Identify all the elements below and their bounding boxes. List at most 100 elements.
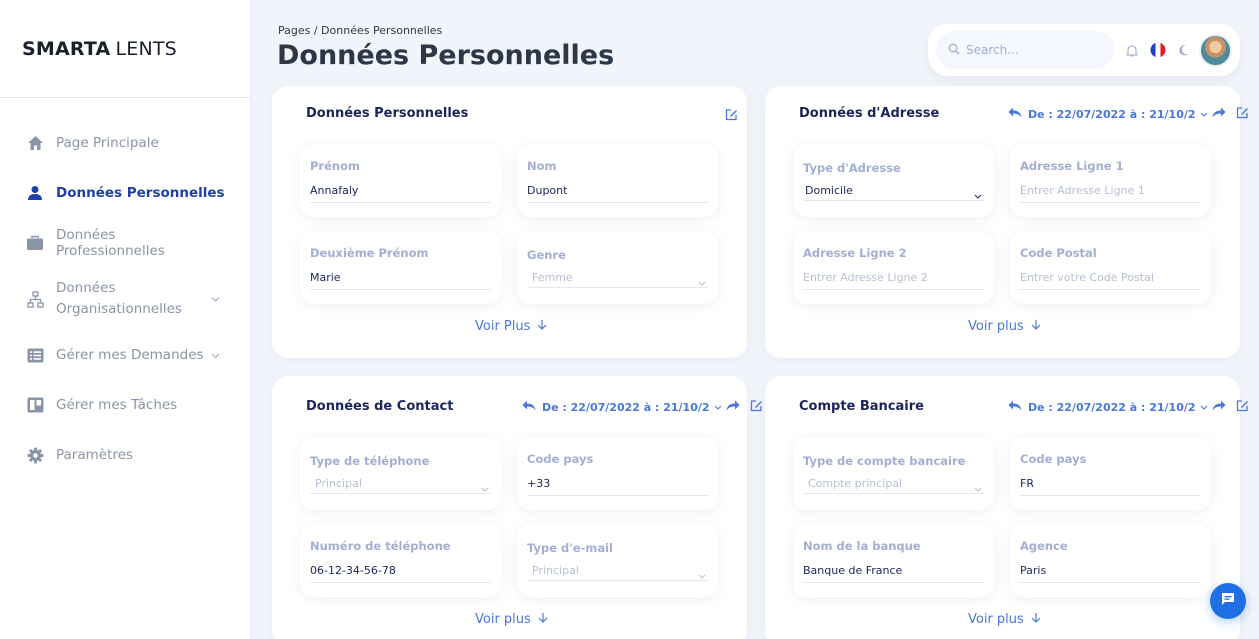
date-range-selector[interactable]: De : 22/07/2022 à : 21/10/2 xyxy=(1008,106,1249,122)
moon-icon[interactable] xyxy=(1178,44,1190,56)
search-placeholder: Search... xyxy=(966,43,1019,57)
card-title: Compte Bancaire xyxy=(799,399,924,414)
arrow-down-icon xyxy=(538,612,548,627)
field-value: Entrer Adresse Ligne 1 xyxy=(1020,184,1145,197)
board-icon xyxy=(26,396,44,414)
field-value: Entrer votre Code Postal xyxy=(1020,271,1154,284)
search-icon xyxy=(948,43,960,58)
last-name-field[interactable]: Nom Dupont xyxy=(517,144,718,217)
bank-country-code-field[interactable]: Code pays FR xyxy=(1010,437,1211,510)
sidebar-item-donnees-organisationnelles[interactable]: Données Organisationnelles xyxy=(0,268,250,330)
card-title: Données Personnelles xyxy=(306,106,469,121)
contact-data-card: Données de Contact De : 22/07/2022 à : 2… xyxy=(272,376,762,639)
address-type-select[interactable]: Type d'Adresse Domicile xyxy=(793,144,994,217)
country-code-field[interactable]: Code pays +33 xyxy=(517,437,718,510)
edit-icon[interactable] xyxy=(1236,106,1249,122)
sidebar-item-page-principale[interactable]: Page Principale xyxy=(0,118,250,168)
redo-arrow-icon[interactable] xyxy=(1212,107,1226,121)
sidebar-item-donnees-professionnelles[interactable]: Données Professionnelles xyxy=(0,218,250,268)
edit-icon[interactable] xyxy=(750,399,763,415)
field-value: Femme xyxy=(532,271,573,284)
bank-name-field[interactable]: Nom de la banque Banque de France xyxy=(793,524,994,597)
address-line-1-field[interactable]: Adresse Ligne 1 Entrer Adresse Ligne 1 xyxy=(1010,144,1211,217)
field-value: Principal xyxy=(532,564,579,577)
brand-logo[interactable]: SMARTA LENTS xyxy=(0,0,250,98)
field-label: Adresse Ligne 1 xyxy=(1020,159,1124,173)
sidebar-item-gerer-mes-demandes[interactable]: Gérer mes Demandes xyxy=(0,330,250,380)
breadcrumb[interactable]: Pages / Données Personnelles xyxy=(278,24,442,37)
field-underline xyxy=(803,200,984,201)
field-label: Agence xyxy=(1020,539,1068,553)
voir-plus-link[interactable]: Voir plus xyxy=(968,612,1041,627)
field-label: Adresse Ligne 2 xyxy=(803,246,907,260)
field-underline xyxy=(527,580,708,581)
gender-select[interactable]: Genre Femme xyxy=(517,231,718,304)
field-underline xyxy=(310,202,491,203)
undo-arrow-icon[interactable] xyxy=(1008,400,1022,414)
label-line-1: Données xyxy=(56,280,116,296)
user-icon xyxy=(26,184,44,202)
sidebar-item-label: Paramètres xyxy=(56,447,133,463)
sidebar-nav: Page Principale Données Personnelles Don… xyxy=(0,98,250,480)
card-title: Données de Contact xyxy=(306,399,454,414)
first-name-field[interactable]: Prénom Annafaly xyxy=(300,144,501,217)
voir-plus-link[interactable]: Voir Plus xyxy=(475,319,547,334)
sidebar-item-donnees-personnelles[interactable]: Données Personnelles xyxy=(0,168,250,218)
bell-icon[interactable] xyxy=(1126,44,1138,57)
chat-button[interactable] xyxy=(1210,583,1246,619)
sidebar-item-gerer-mes-taches[interactable]: Gérer mes Tâches xyxy=(0,380,250,430)
briefcase-icon xyxy=(26,234,44,252)
email-type-select[interactable]: Type d'e-mail Principal xyxy=(517,524,718,597)
avatar[interactable] xyxy=(1199,33,1232,67)
voir-plus-link[interactable]: Voir plus xyxy=(968,319,1041,334)
field-value: FR xyxy=(1020,477,1034,490)
address-line-2-field[interactable]: Adresse Ligne 2 Entrer Adresse Ligne 2 xyxy=(793,231,994,304)
date-range-selector[interactable]: De : 22/07/2022 à : 21/10/2 xyxy=(1008,399,1249,415)
edit-icon[interactable] xyxy=(725,106,738,125)
redo-arrow-icon[interactable] xyxy=(1212,400,1226,414)
search-input[interactable]: Search... xyxy=(936,31,1114,69)
field-value: +33 xyxy=(527,477,551,490)
field-label: Genre xyxy=(527,248,566,262)
brand-name-bold: SMARTA xyxy=(22,37,111,60)
personal-data-card: Données Personnelles Prénom Annafaly Nom… xyxy=(272,86,747,358)
date-range-selector[interactable]: De : 22/07/2022 à : 21/10/2 xyxy=(522,399,763,415)
list-icon xyxy=(26,346,44,364)
voir-plus-label: Voir plus xyxy=(968,319,1024,334)
phone-number-field[interactable]: Numéro de téléphone 06-12-34-56-78 xyxy=(300,524,501,597)
phone-type-select[interactable]: Type de téléphone Principal xyxy=(300,437,501,510)
field-underline xyxy=(1020,495,1201,496)
field-underline xyxy=(310,289,491,290)
field-label: Code pays xyxy=(1020,452,1087,466)
field-underline xyxy=(1020,202,1201,203)
brand-name-light: LENTS xyxy=(115,37,177,60)
field-value: Annafaly xyxy=(310,184,359,197)
field-label: Type d'Adresse xyxy=(803,161,901,175)
voir-plus-label: Voir plus xyxy=(968,612,1024,627)
sidebar-item-parametres[interactable]: Paramètres xyxy=(0,430,250,480)
sidebar-item-label: Données Personnelles xyxy=(56,185,225,201)
redo-arrow-icon[interactable] xyxy=(726,400,740,414)
voir-plus-link[interactable]: Voir plus xyxy=(475,612,548,627)
undo-arrow-icon[interactable] xyxy=(522,400,536,414)
chevron-down-icon xyxy=(211,289,220,310)
postal-code-field[interactable]: Code Postal Entrer votre Code Postal xyxy=(1010,231,1211,304)
undo-arrow-icon[interactable] xyxy=(1008,107,1022,121)
bank-account-type-select[interactable]: Type de compte bancaire Compte principal xyxy=(793,437,994,510)
field-label: Prénom xyxy=(310,159,360,173)
middle-name-field[interactable]: Deuxième Prénom Marie xyxy=(300,231,501,304)
bank-branch-field[interactable]: Agence Paris xyxy=(1010,524,1211,597)
date-range-text: De : 22/07/2022 à : 21/10/2 xyxy=(542,400,710,414)
field-label: Deuxième Prénom xyxy=(310,246,429,260)
field-value: Banque de France xyxy=(803,564,903,577)
chevron-down-icon xyxy=(211,347,220,363)
sidebar-item-label: Données Professionnelles xyxy=(56,227,165,259)
field-underline xyxy=(527,202,708,203)
gear-icon xyxy=(26,446,44,464)
date-range-text: De : 22/07/2022 à : 21/10/2 xyxy=(1028,107,1196,121)
field-value: 06-12-34-56-78 xyxy=(310,564,396,577)
field-underline xyxy=(527,287,708,288)
edit-icon[interactable] xyxy=(1236,399,1249,415)
field-label: Type d'e-mail xyxy=(527,541,613,555)
french-flag-icon[interactable] xyxy=(1150,42,1166,58)
